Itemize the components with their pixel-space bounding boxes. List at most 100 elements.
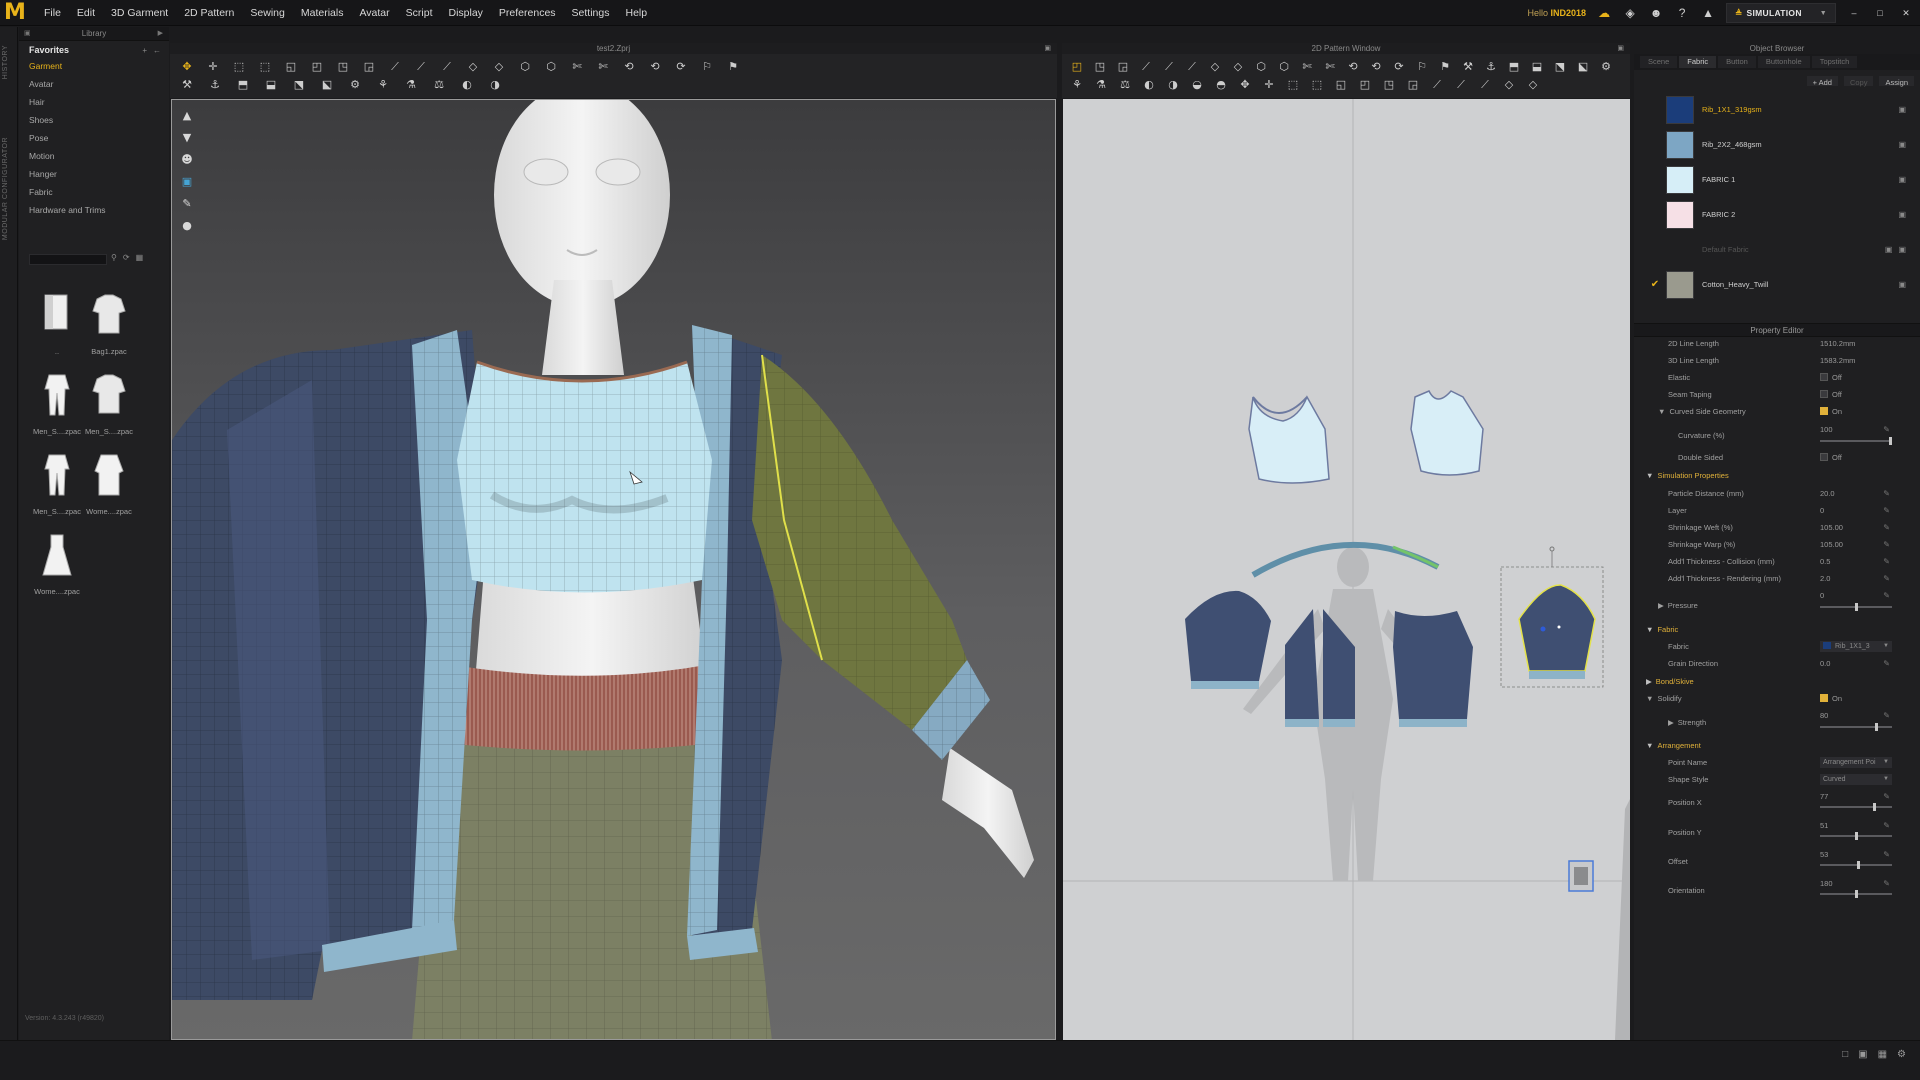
pressure-slider[interactable] (1820, 603, 1892, 611)
edit-icon[interactable]: ✎ (1883, 711, 1890, 720)
tool-3d-icon[interactable]: ⬒ (236, 78, 250, 92)
curved-checkbox[interactable]: On (1820, 407, 1842, 416)
bond-skive-section[interactable]: ▶ Bond/Skive (1646, 677, 1694, 686)
orientation-slider[interactable] (1820, 890, 1892, 898)
tool-2d-icon[interactable]: ◱ (1334, 78, 1348, 92)
layout-2d-icon[interactable]: ▦ (1878, 1049, 1887, 1060)
prop-value[interactable]: 105.00 (1820, 540, 1843, 549)
tool-2d-icon[interactable]: ◇ (1502, 78, 1516, 92)
edit-icon[interactable]: ✎ (1883, 523, 1890, 532)
tool-2d-icon[interactable]: ✄ (1300, 60, 1314, 74)
tool-2d-icon[interactable]: ⟋ (1430, 78, 1444, 92)
fabric-item[interactable]: Default Fabric ▣ ▣ (1634, 232, 1920, 267)
tool-2d-icon[interactable]: ◇ (1526, 78, 1540, 92)
prop-value[interactable]: 105.00 (1820, 523, 1843, 532)
sleeve-piece-selected[interactable] (1500, 546, 1604, 688)
library-thumbnail[interactable]: Men_S....zpac (29, 449, 85, 523)
tool-3d-icon[interactable]: ✥ (180, 60, 194, 74)
add-fabric-button[interactable]: + Add (1806, 76, 1838, 87)
tool-2d-icon[interactable]: ⚐ (1415, 60, 1429, 74)
library-item-shoes[interactable]: Shoes (19, 111, 169, 129)
position-x-slider[interactable] (1820, 803, 1892, 811)
tool-2d-icon[interactable]: ⬔ (1553, 60, 1567, 74)
shape-style-select[interactable]: Curved ▼ (1820, 774, 1892, 785)
library-thumbnail[interactable]: Wome....zpac (29, 529, 85, 603)
menu-display[interactable]: Display (440, 0, 490, 26)
library-thumbnail[interactable]: Men_S....zpac (81, 369, 137, 443)
tab-topstitch[interactable]: Topstitch (1811, 56, 1858, 68)
tool-2d-icon[interactable]: ⚓ (1484, 60, 1498, 74)
strength-slider[interactable] (1820, 723, 1892, 731)
point-name-select[interactable]: Arrangement Poi ▼ (1820, 757, 1892, 768)
tool-2d-icon[interactable]: ⚗ (1094, 78, 1108, 92)
tool-3d-icon[interactable]: ⚓ (208, 78, 222, 92)
edit-icon[interactable]: ✎ (1883, 540, 1890, 549)
search-icon[interactable]: ⚲ (111, 253, 117, 262)
add-favorite-icon[interactable]: + (142, 46, 147, 55)
tool-3d-icon[interactable]: ◳ (336, 60, 350, 74)
tool-3d-icon[interactable]: ◰ (310, 60, 324, 74)
menu-script[interactable]: Script (398, 0, 441, 26)
modular-configurator-tab[interactable]: MODULAR CONFIGURATOR (2, 137, 9, 240)
menu-preferences[interactable]: Preferences (491, 0, 564, 26)
fabric-options-icon[interactable]: ▣ (1898, 175, 1906, 184)
slider-knob[interactable] (1889, 437, 1892, 445)
library-item-fabric[interactable]: Fabric (19, 183, 169, 201)
tool-3d-icon[interactable]: ◇ (466, 60, 480, 74)
slider-knob[interactable] (1873, 803, 1877, 811)
tool-2d-icon[interactable]: ⬓ (1530, 60, 1544, 74)
tool-3d-icon[interactable]: ⬕ (320, 78, 334, 92)
hanger-icon[interactable]: ▲ (1700, 5, 1716, 21)
slider-knob[interactable] (1855, 832, 1859, 840)
fabric-options-icon[interactable]: ▣ (1898, 245, 1906, 254)
tab-fabric[interactable]: Fabric (1679, 56, 1717, 68)
prop-value[interactable]: 0.0 (1820, 659, 1830, 668)
library-thumbnail[interactable]: .. (29, 289, 85, 363)
fabric-item[interactable]: ✔ Cotton_Heavy_Twill ▣ (1634, 267, 1920, 302)
tool-3d-icon[interactable]: ◲ (362, 60, 376, 74)
assign-fabric-button[interactable]: Assign (1879, 76, 1914, 87)
tool-2d-icon[interactable]: ✄ (1323, 60, 1337, 74)
edit-icon[interactable]: ✎ (1883, 591, 1890, 600)
library-item-pose[interactable]: Pose (19, 129, 169, 147)
tool-2d-icon[interactable]: ◳ (1382, 78, 1396, 92)
slider-knob[interactable] (1856, 861, 1860, 869)
menu-help[interactable]: Help (618, 0, 656, 26)
tool-3d-icon[interactable]: ◇ (492, 60, 506, 74)
notification-icon[interactable]: ◈ (1622, 5, 1638, 21)
tool-2d-icon[interactable]: ⟋ (1162, 60, 1176, 74)
fabric-select[interactable]: Rib_1X1_3 ▼ (1820, 641, 1892, 652)
fabric-options-icon[interactable]: ▣ (1898, 280, 1906, 289)
tool-2d-icon[interactable]: ⬚ (1310, 78, 1324, 92)
account-icon[interactable]: ☻ (1648, 5, 1664, 21)
simulation-mode-dropdown[interactable]: ≜ SIMULATION ▼ (1726, 3, 1836, 23)
fabric-item[interactable]: FABRIC 2 ▣ (1634, 197, 1920, 232)
tool-3d-icon[interactable]: ⟋ (440, 60, 454, 74)
simulation-cloud-icon[interactable]: ☁ (1596, 5, 1612, 21)
tool-2d-icon[interactable]: ◲ (1116, 60, 1130, 74)
tool-2d-icon[interactable]: ◓ (1214, 78, 1228, 92)
tool-3d-icon[interactable]: ⚙ (348, 78, 362, 92)
tool-2d-icon[interactable]: ◳ (1093, 60, 1107, 74)
tool-2d-icon[interactable]: ⬡ (1277, 60, 1291, 74)
edit-icon[interactable]: ✎ (1883, 506, 1890, 515)
tab-button[interactable]: Button (1718, 56, 1756, 68)
maximize-icon[interactable]: ▣ (1617, 43, 1624, 54)
help-icon[interactable]: ? (1674, 5, 1690, 21)
simulation-properties-section[interactable]: ▼ Simulation Properties (1646, 471, 1729, 480)
library-search-input[interactable] (29, 254, 107, 265)
library-item-motion[interactable]: Motion (19, 147, 169, 165)
tool-2d-icon[interactable]: ⟋ (1478, 78, 1492, 92)
strength-value[interactable]: 80 (1820, 711, 1828, 720)
tool-2d-icon[interactable]: ✥ (1238, 78, 1252, 92)
menu-3d-garment[interactable]: 3D Garment (103, 0, 176, 26)
copy-fabric-button[interactable]: Copy (1843, 76, 1874, 87)
edit-icon[interactable]: ✎ (1883, 489, 1890, 498)
tool-2d-icon[interactable]: ◇ (1208, 60, 1222, 74)
library-item-hanger[interactable]: Hanger (19, 165, 169, 183)
tool-3d-icon[interactable]: ✄ (570, 60, 584, 74)
fabric-section[interactable]: ▼ Fabric (1646, 625, 1678, 634)
refresh-icon[interactable]: ⟳ (123, 253, 130, 262)
tool-2d-icon[interactable]: ⬕ (1576, 60, 1590, 74)
slider-knob[interactable] (1875, 723, 1879, 731)
